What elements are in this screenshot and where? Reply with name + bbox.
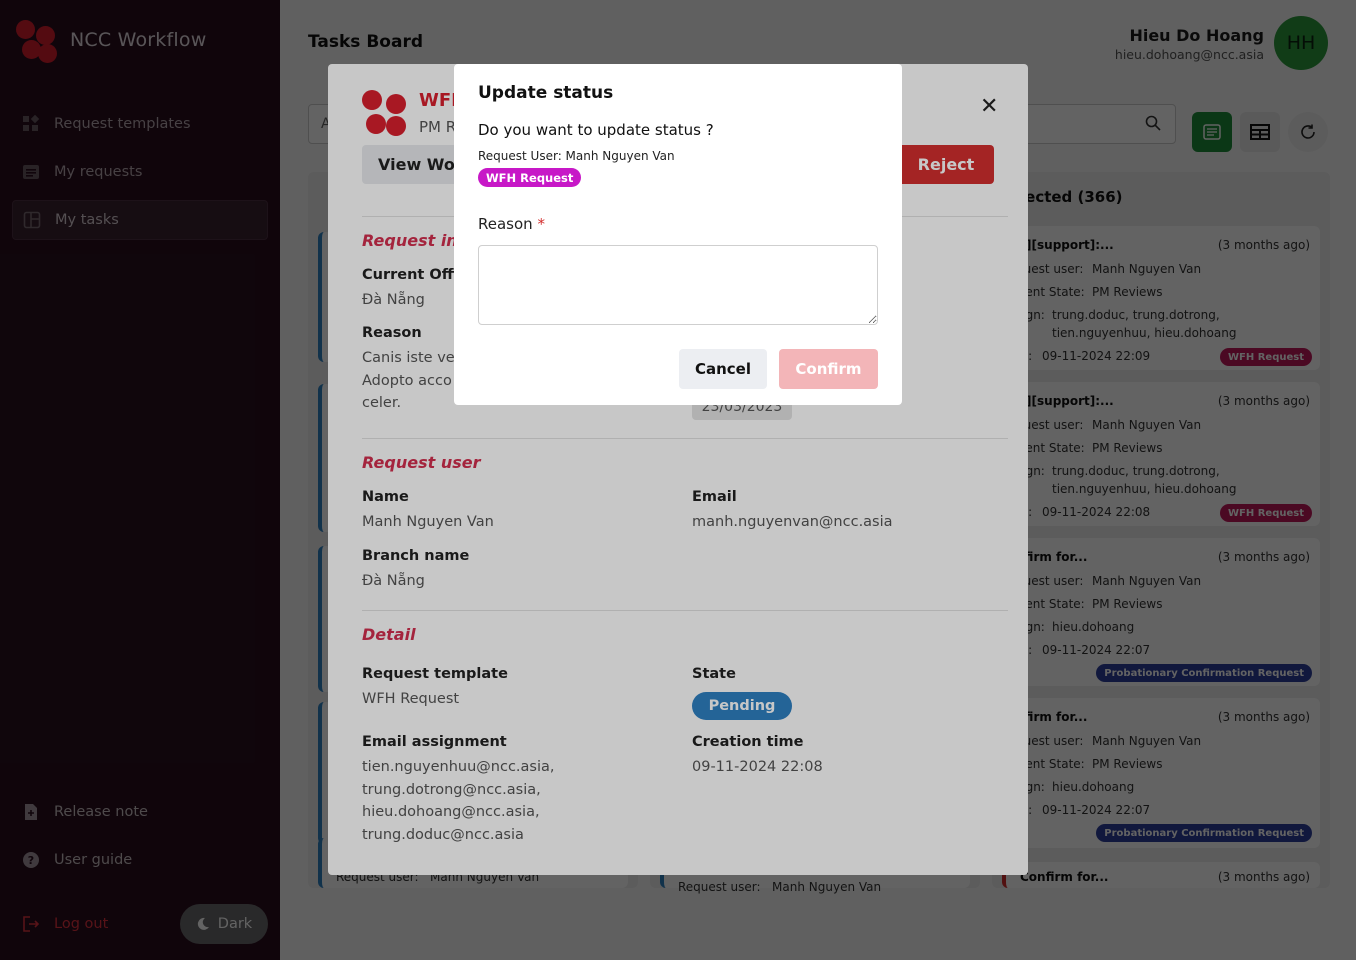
required-mark: *	[537, 215, 545, 233]
reason-label: Reason *	[478, 215, 545, 233]
request-type-badge: WFH Request	[478, 168, 582, 187]
reason-label-text: Reason	[478, 215, 533, 233]
cancel-button[interactable]: Cancel	[679, 349, 767, 389]
confirm-button[interactable]: Confirm	[779, 349, 878, 389]
dialog-request-user: Request User: Manh Nguyen Van	[478, 149, 675, 163]
dialog-question: Do you want to update status ?	[478, 121, 714, 139]
reason-textarea[interactable]	[478, 245, 878, 325]
dialog-title: Update status	[478, 83, 614, 103]
update-status-dialog: Update status Do you want to update stat…	[454, 64, 902, 405]
